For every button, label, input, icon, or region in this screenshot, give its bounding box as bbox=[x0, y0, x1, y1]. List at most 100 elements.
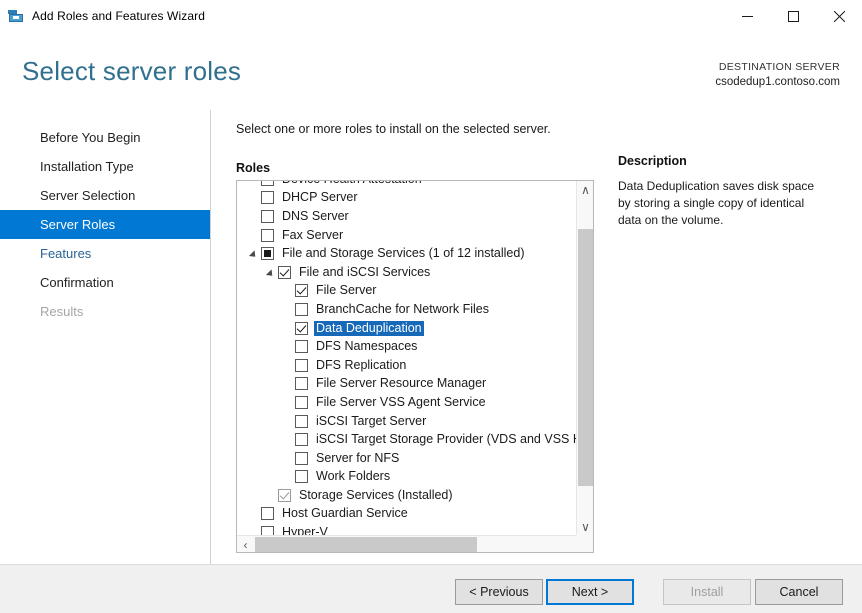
expander-placeholder bbox=[284, 397, 295, 408]
expander-placeholder bbox=[250, 211, 261, 222]
role-tree-item[interactable]: Fax Server bbox=[237, 226, 576, 245]
install-button: Install bbox=[663, 579, 751, 605]
expander-placeholder bbox=[284, 304, 295, 315]
expander-placeholder bbox=[284, 471, 295, 482]
window-controls bbox=[724, 0, 862, 32]
roles-viewport: Device Health Attestation DHCP Server DNS … bbox=[237, 181, 576, 535]
previous-button[interactable]: < Previous bbox=[455, 579, 543, 605]
sidebar-item-before-you-begin[interactable]: Before You Begin bbox=[0, 123, 210, 152]
window-title-bar[interactable]: Add Roles and Features Wizard bbox=[0, 0, 862, 32]
role-checkbox[interactable] bbox=[261, 209, 274, 223]
role-checkbox[interactable] bbox=[295, 451, 308, 465]
role-label: File Server Resource Manager bbox=[316, 376, 487, 391]
role-tree-item[interactable]: File Server Resource Manager bbox=[237, 375, 576, 394]
expander-placeholder bbox=[250, 192, 261, 203]
role-tree-item[interactable]: iSCSI Target Server bbox=[237, 412, 576, 431]
destination-server-label: DESTINATION SERVER bbox=[718, 61, 840, 73]
role-checkbox[interactable] bbox=[261, 247, 274, 261]
sidebar-item-installation-type[interactable]: Installation Type bbox=[0, 152, 210, 181]
role-tree-item[interactable]: File and Storage Services (1 of 12 insta… bbox=[237, 244, 576, 263]
expander-placeholder bbox=[284, 453, 295, 464]
sidebar-item-results: Results bbox=[40, 304, 84, 319]
role-checkbox[interactable] bbox=[295, 284, 308, 298]
role-checkbox[interactable] bbox=[295, 302, 308, 316]
role-label: DFS Replication bbox=[316, 357, 407, 372]
expander-open-icon[interactable] bbox=[267, 267, 278, 278]
role-checkbox[interactable] bbox=[261, 526, 274, 535]
expander-placeholder bbox=[267, 490, 278, 501]
role-tree-item[interactable]: File and iSCSI Services bbox=[237, 263, 576, 282]
role-checkbox[interactable] bbox=[295, 395, 308, 409]
scroll-up-icon[interactable]: ∧ bbox=[577, 181, 593, 198]
roles-tree: Device Health Attestation DHCP Server DNS … bbox=[237, 181, 576, 535]
expander-placeholder bbox=[250, 508, 261, 519]
role-label: DHCP Server bbox=[282, 190, 358, 205]
sidebar-item-features[interactable]: Features bbox=[0, 239, 210, 268]
role-label: Server for NFS bbox=[316, 450, 400, 465]
close-icon[interactable] bbox=[816, 0, 862, 32]
expander-placeholder bbox=[284, 285, 295, 296]
roles-vertical-scrollbar[interactable]: ∧ ∨ bbox=[576, 181, 593, 535]
vertical-scroll-thumb[interactable] bbox=[578, 229, 593, 486]
role-tree-item[interactable]: DHCP Server bbox=[237, 189, 576, 208]
role-label: File Server bbox=[316, 283, 377, 298]
roles-list-box[interactable]: Device Health Attestation DHCP Server DNS … bbox=[236, 180, 594, 553]
scroll-left-icon[interactable]: ‹ bbox=[237, 536, 254, 552]
role-tree-item[interactable]: BranchCache for Network Files bbox=[237, 300, 576, 319]
expander-placeholder bbox=[284, 341, 295, 352]
role-checkbox[interactable] bbox=[295, 414, 308, 428]
role-checkbox[interactable] bbox=[261, 228, 274, 242]
destination-server-block: DESTINATION SERVER csodedup1.contoso.com bbox=[715, 60, 840, 90]
role-checkbox[interactable] bbox=[295, 340, 308, 354]
cancel-button[interactable]: Cancel bbox=[755, 579, 843, 605]
role-tree-item[interactable]: DNS Server bbox=[237, 207, 576, 226]
scroll-down-icon[interactable]: ∨ bbox=[577, 518, 593, 535]
expander-placeholder bbox=[250, 181, 261, 185]
wizard-header: Select server roles DESTINATION SERVER c… bbox=[0, 32, 862, 110]
role-checkbox[interactable] bbox=[295, 321, 308, 335]
role-tree-item[interactable]: Server for NFS bbox=[237, 449, 576, 468]
role-tree-item[interactable]: Hyper-V bbox=[237, 523, 576, 535]
role-tree-item[interactable]: Work Folders bbox=[237, 468, 576, 487]
role-tree-item[interactable]: File Server bbox=[237, 282, 576, 301]
role-tree-item[interactable]: DFS Namespaces bbox=[237, 337, 576, 356]
role-checkbox[interactable] bbox=[261, 181, 274, 186]
role-label: iSCSI Target Storage Provider (VDS and V… bbox=[316, 432, 576, 447]
role-label: DNS Server bbox=[282, 208, 349, 223]
role-checkbox[interactable] bbox=[261, 507, 274, 521]
role-label: BranchCache for Network Files bbox=[316, 301, 489, 316]
server-wizard-icon bbox=[8, 8, 24, 24]
role-tree-item[interactable]: Storage Services (Installed) bbox=[237, 486, 576, 505]
role-label: File and iSCSI Services bbox=[299, 264, 431, 279]
role-checkbox[interactable] bbox=[295, 377, 308, 391]
sidebar-item-server-selection[interactable]: Server Selection bbox=[0, 181, 210, 210]
role-label: iSCSI Target Server bbox=[316, 413, 427, 428]
expander-placeholder bbox=[284, 434, 295, 445]
instruction-text: Select one or more roles to install on t… bbox=[236, 122, 551, 136]
wizard-body: Before You Begin Installation Type Serve… bbox=[0, 110, 862, 564]
role-tree-item[interactable]: Host Guardian Service bbox=[237, 505, 576, 524]
role-tree-item[interactable]: iSCSI Target Storage Provider (VDS and V… bbox=[237, 430, 576, 449]
role-tree-item[interactable]: DFS Replication bbox=[237, 356, 576, 375]
expander-open-icon[interactable] bbox=[250, 248, 261, 259]
role-tree-item[interactable]: Data Deduplication bbox=[237, 319, 576, 338]
maximize-icon[interactable] bbox=[770, 0, 816, 32]
sidebar-item-server-roles[interactable]: Server Roles bbox=[0, 210, 210, 239]
minimize-icon[interactable] bbox=[724, 0, 770, 32]
role-checkbox[interactable] bbox=[278, 265, 291, 279]
role-checkbox[interactable] bbox=[295, 470, 308, 484]
roles-horizontal-scrollbar[interactable]: ‹ › bbox=[237, 535, 593, 552]
horizontal-scroll-thumb[interactable] bbox=[255, 537, 477, 552]
role-checkbox[interactable] bbox=[295, 358, 308, 372]
next-button[interactable]: Next > bbox=[546, 579, 634, 605]
role-label: File and Storage Services (1 of 12 insta… bbox=[282, 246, 525, 261]
role-checkbox[interactable] bbox=[261, 191, 274, 205]
wizard-main-panel: Select one or more roles to install on t… bbox=[211, 110, 862, 564]
expander-placeholder bbox=[284, 416, 295, 427]
role-checkbox[interactable] bbox=[295, 433, 308, 447]
expander-placeholder bbox=[284, 360, 295, 371]
role-tree-item[interactable]: Device Health Attestation bbox=[237, 181, 576, 189]
sidebar-item-confirmation[interactable]: Confirmation bbox=[0, 268, 210, 297]
role-tree-item[interactable]: File Server VSS Agent Service bbox=[237, 393, 576, 412]
wizard-footer: < Previous Next > Install Cancel bbox=[0, 564, 862, 613]
